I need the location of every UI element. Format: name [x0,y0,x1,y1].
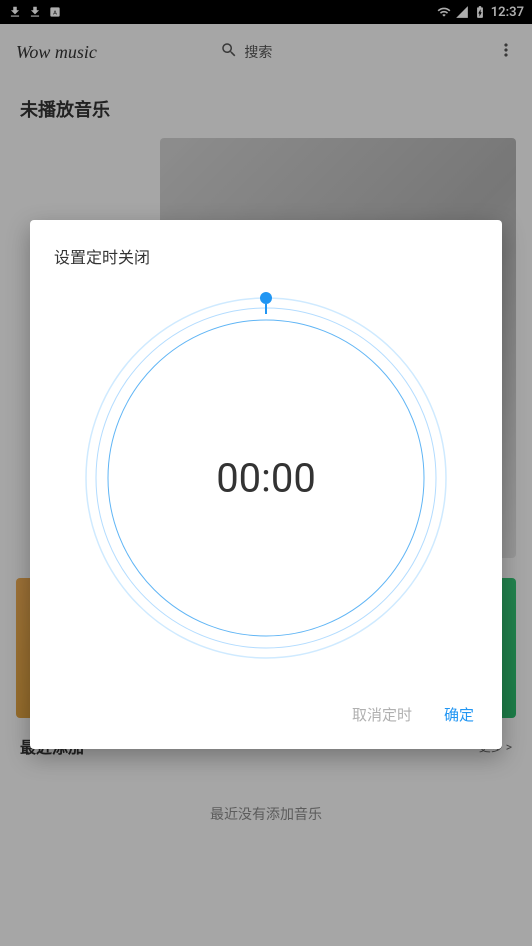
timer-value: 00:00 [216,455,316,502]
dialog-actions: 取消定时 确定 [54,688,478,733]
confirm-button[interactable]: 确定 [440,696,478,733]
cancel-timer-button[interactable]: 取消定时 [348,696,416,733]
dialog-title: 设置定时关闭 [54,244,478,268]
timer-dial[interactable]: 00:00 [76,288,456,668]
sleep-timer-dialog: 设置定时关闭 00:00 取消定时 确定 [30,220,502,749]
